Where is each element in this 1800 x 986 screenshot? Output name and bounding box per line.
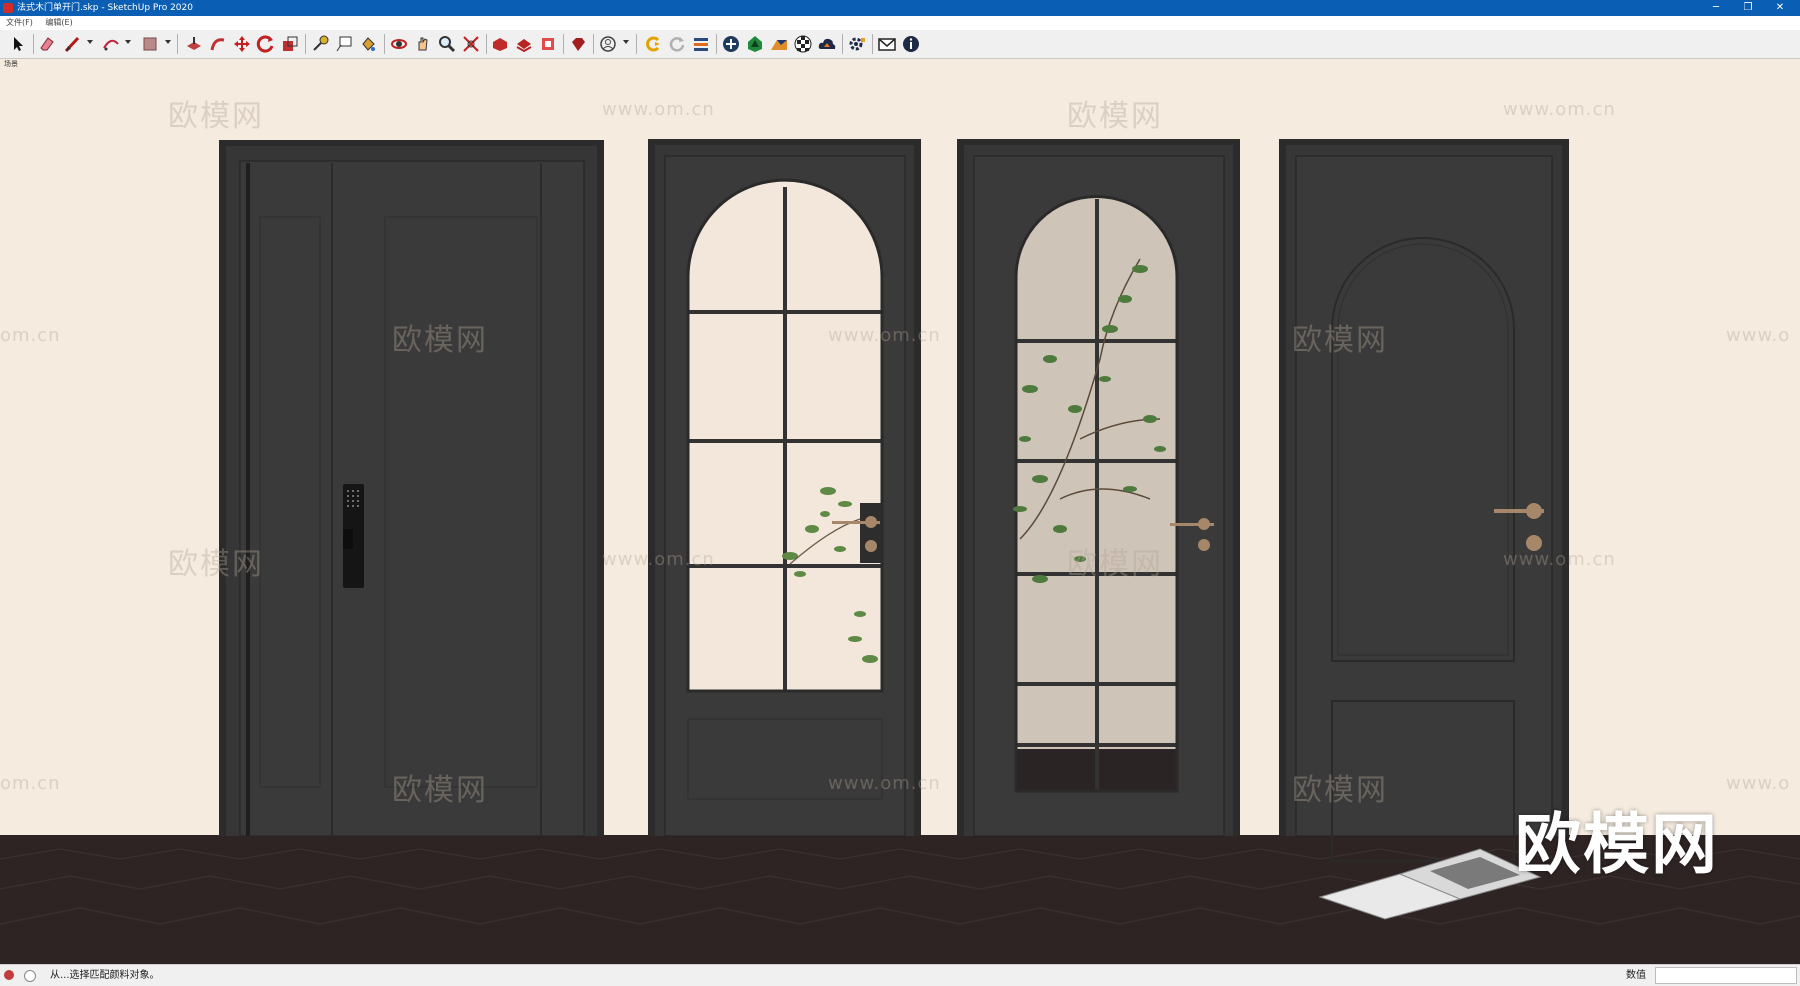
- pan-tool-icon[interactable]: [413, 34, 433, 54]
- door-2-arched-glass: [648, 139, 921, 837]
- toolbar: [0, 30, 1800, 59]
- door-4-arched-panel: [1279, 139, 1569, 862]
- tape-measure-tool-icon[interactable]: [310, 34, 330, 54]
- settings-icon[interactable]: [847, 34, 867, 54]
- watermark-edge: www.o: [1726, 773, 1791, 794]
- measurement-input[interactable]: [1655, 967, 1797, 984]
- watermark-url: www.om.cn: [1503, 99, 1616, 120]
- watermark-url: www.om.cn: [828, 773, 941, 794]
- door-1-double-panel: [219, 140, 604, 837]
- paint-bucket-tool-icon[interactable]: [358, 34, 378, 54]
- credits-icon[interactable]: [24, 970, 36, 982]
- checker-icon[interactable]: [793, 34, 813, 54]
- rectangle-tool-icon[interactable]: [140, 34, 160, 54]
- mail-icon[interactable]: [877, 34, 897, 54]
- maximize-button[interactable]: ❐: [1733, 0, 1763, 16]
- push-pull-tool-icon[interactable]: [184, 34, 204, 54]
- watermark-cn: 欧模网: [392, 773, 488, 808]
- measurement-label: 数值: [1626, 970, 1646, 981]
- orbit-tool-icon[interactable]: [389, 34, 409, 54]
- watermark-cn: 欧模网: [1067, 547, 1163, 582]
- watermark-cn: 欧模网: [1067, 99, 1163, 134]
- menu-file[interactable]: 文件(F): [6, 16, 33, 30]
- extension-warehouse-icon[interactable]: [538, 34, 558, 54]
- watermark-url: www.om.cn: [828, 325, 941, 346]
- watermark-cn: 欧模网: [168, 547, 264, 582]
- watermark-cn: 欧模网: [1292, 323, 1388, 358]
- account-icon[interactable]: [598, 34, 618, 54]
- sketchup-app-icon: [3, 3, 13, 13]
- model-viewport[interactable]: 场景 欧模网 www.om.cn 欧模网 www.om.cn om.cn 欧模网…: [0, 59, 1800, 964]
- watermark-url: www.om.cn: [602, 99, 715, 120]
- select-tool-icon[interactable]: [8, 34, 28, 54]
- watermark-cn: 欧模网: [168, 99, 264, 134]
- zoom-tool-icon[interactable]: [437, 34, 457, 54]
- watermark-cn: 欧模网: [392, 323, 488, 358]
- move-tool-icon[interactable]: [232, 34, 252, 54]
- brand-logo-watermark: 欧模网: [1515, 806, 1719, 883]
- arc-tool-icon[interactable]: [101, 34, 121, 54]
- eraser-tool-icon[interactable]: [37, 34, 57, 54]
- follow-me-tool-icon[interactable]: [208, 34, 228, 54]
- door-3-arched-glass-plant: [957, 139, 1240, 837]
- status-message: 从...选择匹配颜料对象。: [50, 970, 160, 981]
- sandbox-icon[interactable]: [769, 34, 789, 54]
- info-icon[interactable]: [901, 34, 921, 54]
- terrain-icon[interactable]: [745, 34, 765, 54]
- watermark-url: www.om.cn: [1503, 549, 1616, 570]
- window-title: 法式木门单开门.skp - SketchUp Pro 2020: [17, 3, 193, 13]
- refresh-icon[interactable]: [667, 34, 687, 54]
- minimize-button[interactable]: ─: [1701, 0, 1731, 16]
- ruby-console-icon[interactable]: [568, 34, 588, 54]
- status-bar: 从...选择匹配颜料对象。 数值: [0, 964, 1800, 986]
- text-tool-icon[interactable]: [334, 34, 354, 54]
- sync-icon[interactable]: [643, 34, 663, 54]
- watermark-edge: www.o: [1726, 325, 1791, 346]
- 3d-warehouse-icon[interactable]: [490, 34, 510, 54]
- watermark-edge: om.cn: [0, 325, 61, 346]
- menu-edit[interactable]: 编辑(E): [45, 16, 72, 30]
- watermark-cn: 欧模网: [1292, 773, 1388, 808]
- watermark-edge: om.cn: [0, 773, 61, 794]
- menu-bar: 文件(F) 编辑(E): [0, 16, 1800, 30]
- share-model-icon[interactable]: [514, 34, 534, 54]
- close-button[interactable]: ✕: [1765, 0, 1795, 16]
- cloud-upload-icon[interactable]: [817, 34, 837, 54]
- geo-location-icon[interactable]: [4, 970, 14, 980]
- layers-icon[interactable]: [691, 34, 711, 54]
- scale-tool-icon[interactable]: [280, 34, 300, 54]
- rotate-tool-icon[interactable]: [256, 34, 276, 54]
- line-tool-icon[interactable]: [63, 34, 83, 54]
- watermark-url: www.om.cn: [602, 549, 715, 570]
- zoom-extents-tool-icon[interactable]: [461, 34, 481, 54]
- title-bar: 法式木门单开门.skp - SketchUp Pro 2020 ─ ❐ ✕: [0, 0, 1800, 16]
- add-location-icon[interactable]: [721, 34, 741, 54]
